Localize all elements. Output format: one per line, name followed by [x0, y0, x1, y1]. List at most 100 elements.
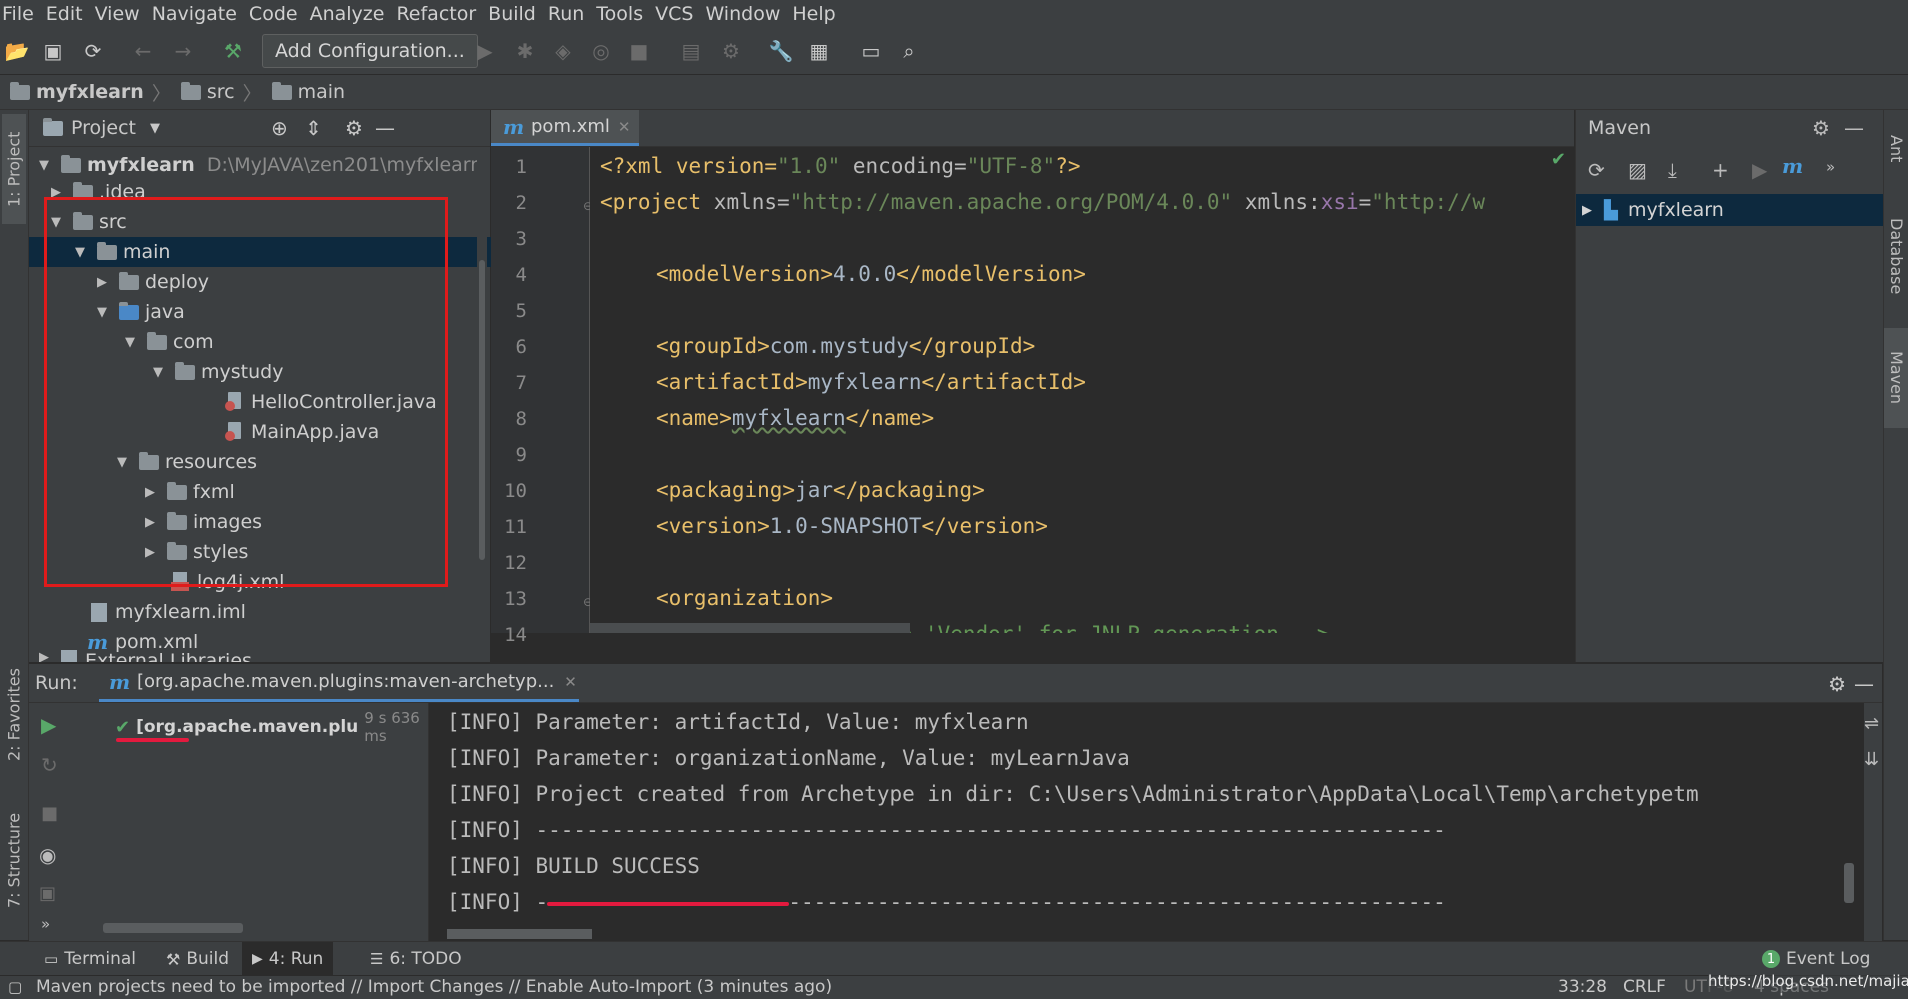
menu-build[interactable]: Build	[484, 3, 544, 25]
run-config-tab[interactable]: m [org.apache.maven.plugins:maven-archet…	[99, 664, 579, 702]
console-line: [INFO] ---------------------------------…	[447, 818, 1446, 842]
code-editor[interactable]: ✔ <?xml version="1.0" encoding="UTF-8"?>…	[590, 147, 1574, 633]
database-tool-tab[interactable]: Database	[1884, 206, 1908, 306]
eye-icon[interactable]: ◉	[39, 843, 56, 867]
console-output[interactable]: [INFO] Parameter: artifactId, Value: myf…	[429, 703, 1864, 941]
maven-tool-tab[interactable]: Maven	[1884, 328, 1908, 428]
ant-tool-tab[interactable]: Ant	[1884, 114, 1908, 184]
build-hammer-icon[interactable]: ⚒	[218, 36, 248, 66]
tree-item-myfxlearn[interactable]: ▼ myfxlearn D:\MyJAVA\zen201\myfxlearn	[29, 150, 498, 180]
caret-position[interactable]: 33:28	[1558, 976, 1607, 999]
more-icon[interactable]: »	[41, 915, 50, 933]
project-view-selector[interactable]: Project	[71, 117, 136, 139]
coverage-icon[interactable]: ◈	[548, 36, 578, 66]
run-icon[interactable]: ▶	[470, 36, 500, 66]
close-icon[interactable]: ✕	[564, 673, 577, 691]
sync-icon[interactable]: ⟳	[78, 36, 108, 66]
back-icon[interactable]: ←	[128, 36, 158, 66]
camera-icon[interactable]: ▣	[39, 883, 56, 904]
settings-dim-icon[interactable]: ⚙	[716, 36, 746, 66]
reload-icon[interactable]: ⟳	[1588, 158, 1605, 182]
expand-arrow-icon[interactable]: ▶	[37, 650, 51, 662]
status-toggle-icon[interactable]: ▢	[8, 976, 22, 999]
minimize-icon[interactable]: —	[1854, 672, 1874, 696]
save-icon[interactable]: ▣	[38, 36, 68, 66]
expand-arrow-icon[interactable]: ▼	[37, 158, 51, 173]
maven-tree-item-myfxlearn[interactable]: ▶ ▙ myfxlearn	[1576, 194, 1883, 226]
project-tool-tab[interactable]: 1: Project	[2, 114, 26, 224]
menu-help[interactable]: Help	[788, 3, 843, 25]
menu-tools[interactable]: Tools	[592, 3, 651, 25]
collapse-all-icon[interactable]: ⇕	[305, 116, 322, 140]
run-duration: 9 s 636 ms	[364, 709, 420, 745]
profile-icon[interactable]: ◎	[586, 36, 616, 66]
menu-edit[interactable]: Edit	[42, 3, 91, 25]
menu-run[interactable]: Run	[544, 3, 592, 25]
debug-icon[interactable]: ✱	[510, 36, 540, 66]
menu-vcs[interactable]: VCS	[651, 3, 701, 25]
terminal-icon: ▭	[44, 950, 59, 968]
scrollbar-thumb[interactable]	[1844, 863, 1854, 903]
download-icon[interactable]: ⤓	[1668, 158, 1677, 182]
red-underline-annotation	[116, 738, 189, 742]
menu-navigate[interactable]: Navigate	[148, 3, 245, 25]
add-icon[interactable]: +	[1712, 158, 1729, 182]
soft-wrap-icon[interactable]: ⇌	[1864, 713, 1879, 734]
menu-refactor[interactable]: Refactor	[392, 3, 484, 25]
scroll-to-end-icon[interactable]: ⇊	[1864, 749, 1879, 770]
console-scrollbar[interactable]	[1836, 703, 1860, 941]
menu-view[interactable]: View	[91, 3, 148, 25]
breadcrumb-src[interactable]: src	[180, 81, 235, 103]
close-icon[interactable]: ✕	[618, 118, 631, 136]
gear-icon[interactable]: ⚙	[1828, 672, 1846, 696]
status-message[interactable]: Maven projects need to be imported // Im…	[36, 976, 832, 999]
todo-tab[interactable]: ☰ 6: TODO	[360, 942, 472, 976]
locate-icon[interactable]: ⊕	[271, 116, 288, 140]
tab-label: Event Log	[1786, 949, 1871, 969]
more-icon[interactable]: »	[1826, 158, 1835, 176]
stop-icon[interactable]: ■	[41, 803, 58, 824]
run-icon[interactable]: ▶	[1752, 158, 1767, 182]
rerun-icon[interactable]: ▶	[41, 713, 56, 737]
chevron-down-icon[interactable]: ▼	[150, 121, 160, 136]
minimize-icon[interactable]: —	[1844, 116, 1864, 140]
menu-window[interactable]: Window	[701, 3, 788, 25]
line-number: 8	[515, 408, 527, 430]
expand-arrow-icon[interactable]: ▶	[1582, 203, 1592, 218]
menu-code[interactable]: Code	[245, 3, 306, 25]
stop-icon[interactable]: ■	[624, 36, 654, 66]
editor-hscrollbar-thumb[interactable]	[590, 623, 910, 633]
gear-icon[interactable]: ⚙	[1812, 116, 1830, 140]
attach-icon[interactable]: ▤	[676, 36, 706, 66]
maven-goal-icon[interactable]: m	[1782, 154, 1806, 178]
code-line: <version>1.0-SNAPSHOT</version>	[656, 514, 1048, 538]
run-tree-scrollbar[interactable]	[103, 923, 243, 933]
menu-analyze[interactable]: Analyze	[306, 3, 393, 25]
forward-icon[interactable]: →	[168, 36, 198, 66]
menu-file[interactable]: File	[0, 3, 42, 25]
terminal-window-icon[interactable]: ▭	[856, 36, 886, 66]
search-icon[interactable]: ⌕	[894, 36, 924, 66]
terminal-tab[interactable]: ▭ Terminal	[34, 942, 146, 976]
breadcrumb-main[interactable]: main	[271, 81, 345, 103]
tree-item-iml[interactable]: myfxlearn.iml	[29, 597, 552, 627]
structure-tool-tab[interactable]: 7: Structure	[2, 805, 26, 915]
wrench-icon[interactable]: 🔧	[766, 36, 796, 66]
generate-sources-icon[interactable]: ▨	[1628, 158, 1647, 182]
tree-item-external-libraries[interactable]: ▶ External Libraries	[29, 650, 498, 662]
favorites-tool-tab[interactable]: 2: Favorites	[2, 655, 26, 775]
build-tab[interactable]: ⚒ Build	[156, 942, 239, 976]
console-hscrollbar-thumb[interactable]	[447, 929, 592, 939]
rerun-failed-icon[interactable]: ↻	[41, 753, 58, 777]
add-configuration-button[interactable]: Add Configuration...	[262, 34, 478, 68]
line-separator[interactable]: CRLF	[1623, 976, 1666, 999]
project-scrollbar[interactable]	[477, 150, 487, 658]
breadcrumb-project[interactable]: myfxlearn	[10, 81, 144, 103]
minimize-icon[interactable]: —	[375, 116, 395, 140]
project-structure-icon[interactable]: ▦	[804, 36, 834, 66]
gear-icon[interactable]: ⚙	[345, 116, 363, 140]
tab-pom-xml[interactable]: m pom.xml ✕	[491, 110, 639, 146]
open-folder-icon[interactable]: 📂	[2, 36, 32, 66]
run-tool-tab[interactable]: ▶ 4: Run	[242, 942, 334, 976]
scrollbar-thumb[interactable]	[479, 260, 485, 560]
